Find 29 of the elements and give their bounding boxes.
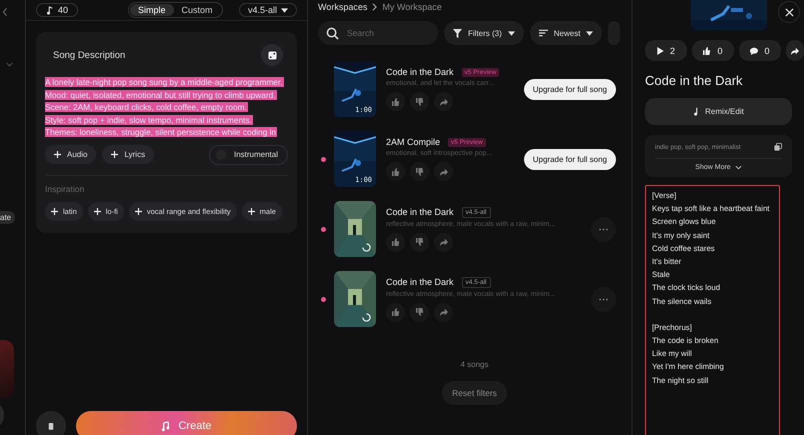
- filters-button[interactable]: Filters (3): [444, 21, 524, 45]
- sort-button[interactable]: Newest: [530, 21, 602, 45]
- remix-button[interactable]: Remix/Edit: [645, 98, 792, 125]
- instrumental-toggle[interactable]: Instrumental: [208, 144, 288, 165]
- song-description-label: Song Description: [53, 50, 126, 60]
- stat-button[interactable]: 2: [645, 40, 687, 61]
- credits-chip[interactable]: 40: [36, 3, 78, 17]
- upgrade-button[interactable]: Upgrade for full song: [524, 78, 616, 100]
- breadcrumb-current: My Workspace: [382, 2, 442, 12]
- stat-button[interactable]: 0: [739, 40, 781, 61]
- upgrade-button[interactable]: Upgrade for full song: [524, 148, 616, 170]
- song-title: Code in the Dark: [645, 73, 744, 88]
- model-dropdown[interactable]: v4.5-all: [238, 3, 297, 17]
- song-title[interactable]: Code in the Dark: [386, 67, 454, 77]
- song-title[interactable]: Code in the Dark: [386, 207, 454, 217]
- rail-button[interactable]: ate: [0, 211, 16, 224]
- stat-button[interactable]: 0: [692, 40, 734, 61]
- mode-tab[interactable]: Simple: [130, 4, 174, 16]
- credits-count: 40: [58, 5, 68, 15]
- mode-tab[interactable]: Custom: [174, 4, 221, 16]
- add-button[interactable]: Audio: [45, 145, 96, 164]
- song-count: 4 songs: [459, 360, 490, 369]
- inspiration-label: Inspiration: [45, 184, 86, 194]
- song-title[interactable]: 2AM Compile: [386, 137, 440, 147]
- reset-filters-button[interactable]: Reset filters: [442, 381, 507, 405]
- search-field[interactable]: Search: [318, 21, 438, 45]
- breadcrumb-link[interactable]: Workspaces: [318, 2, 368, 12]
- song-title[interactable]: Code in the Dark: [386, 277, 454, 287]
- add-button[interactable]: Lyrics: [102, 145, 154, 164]
